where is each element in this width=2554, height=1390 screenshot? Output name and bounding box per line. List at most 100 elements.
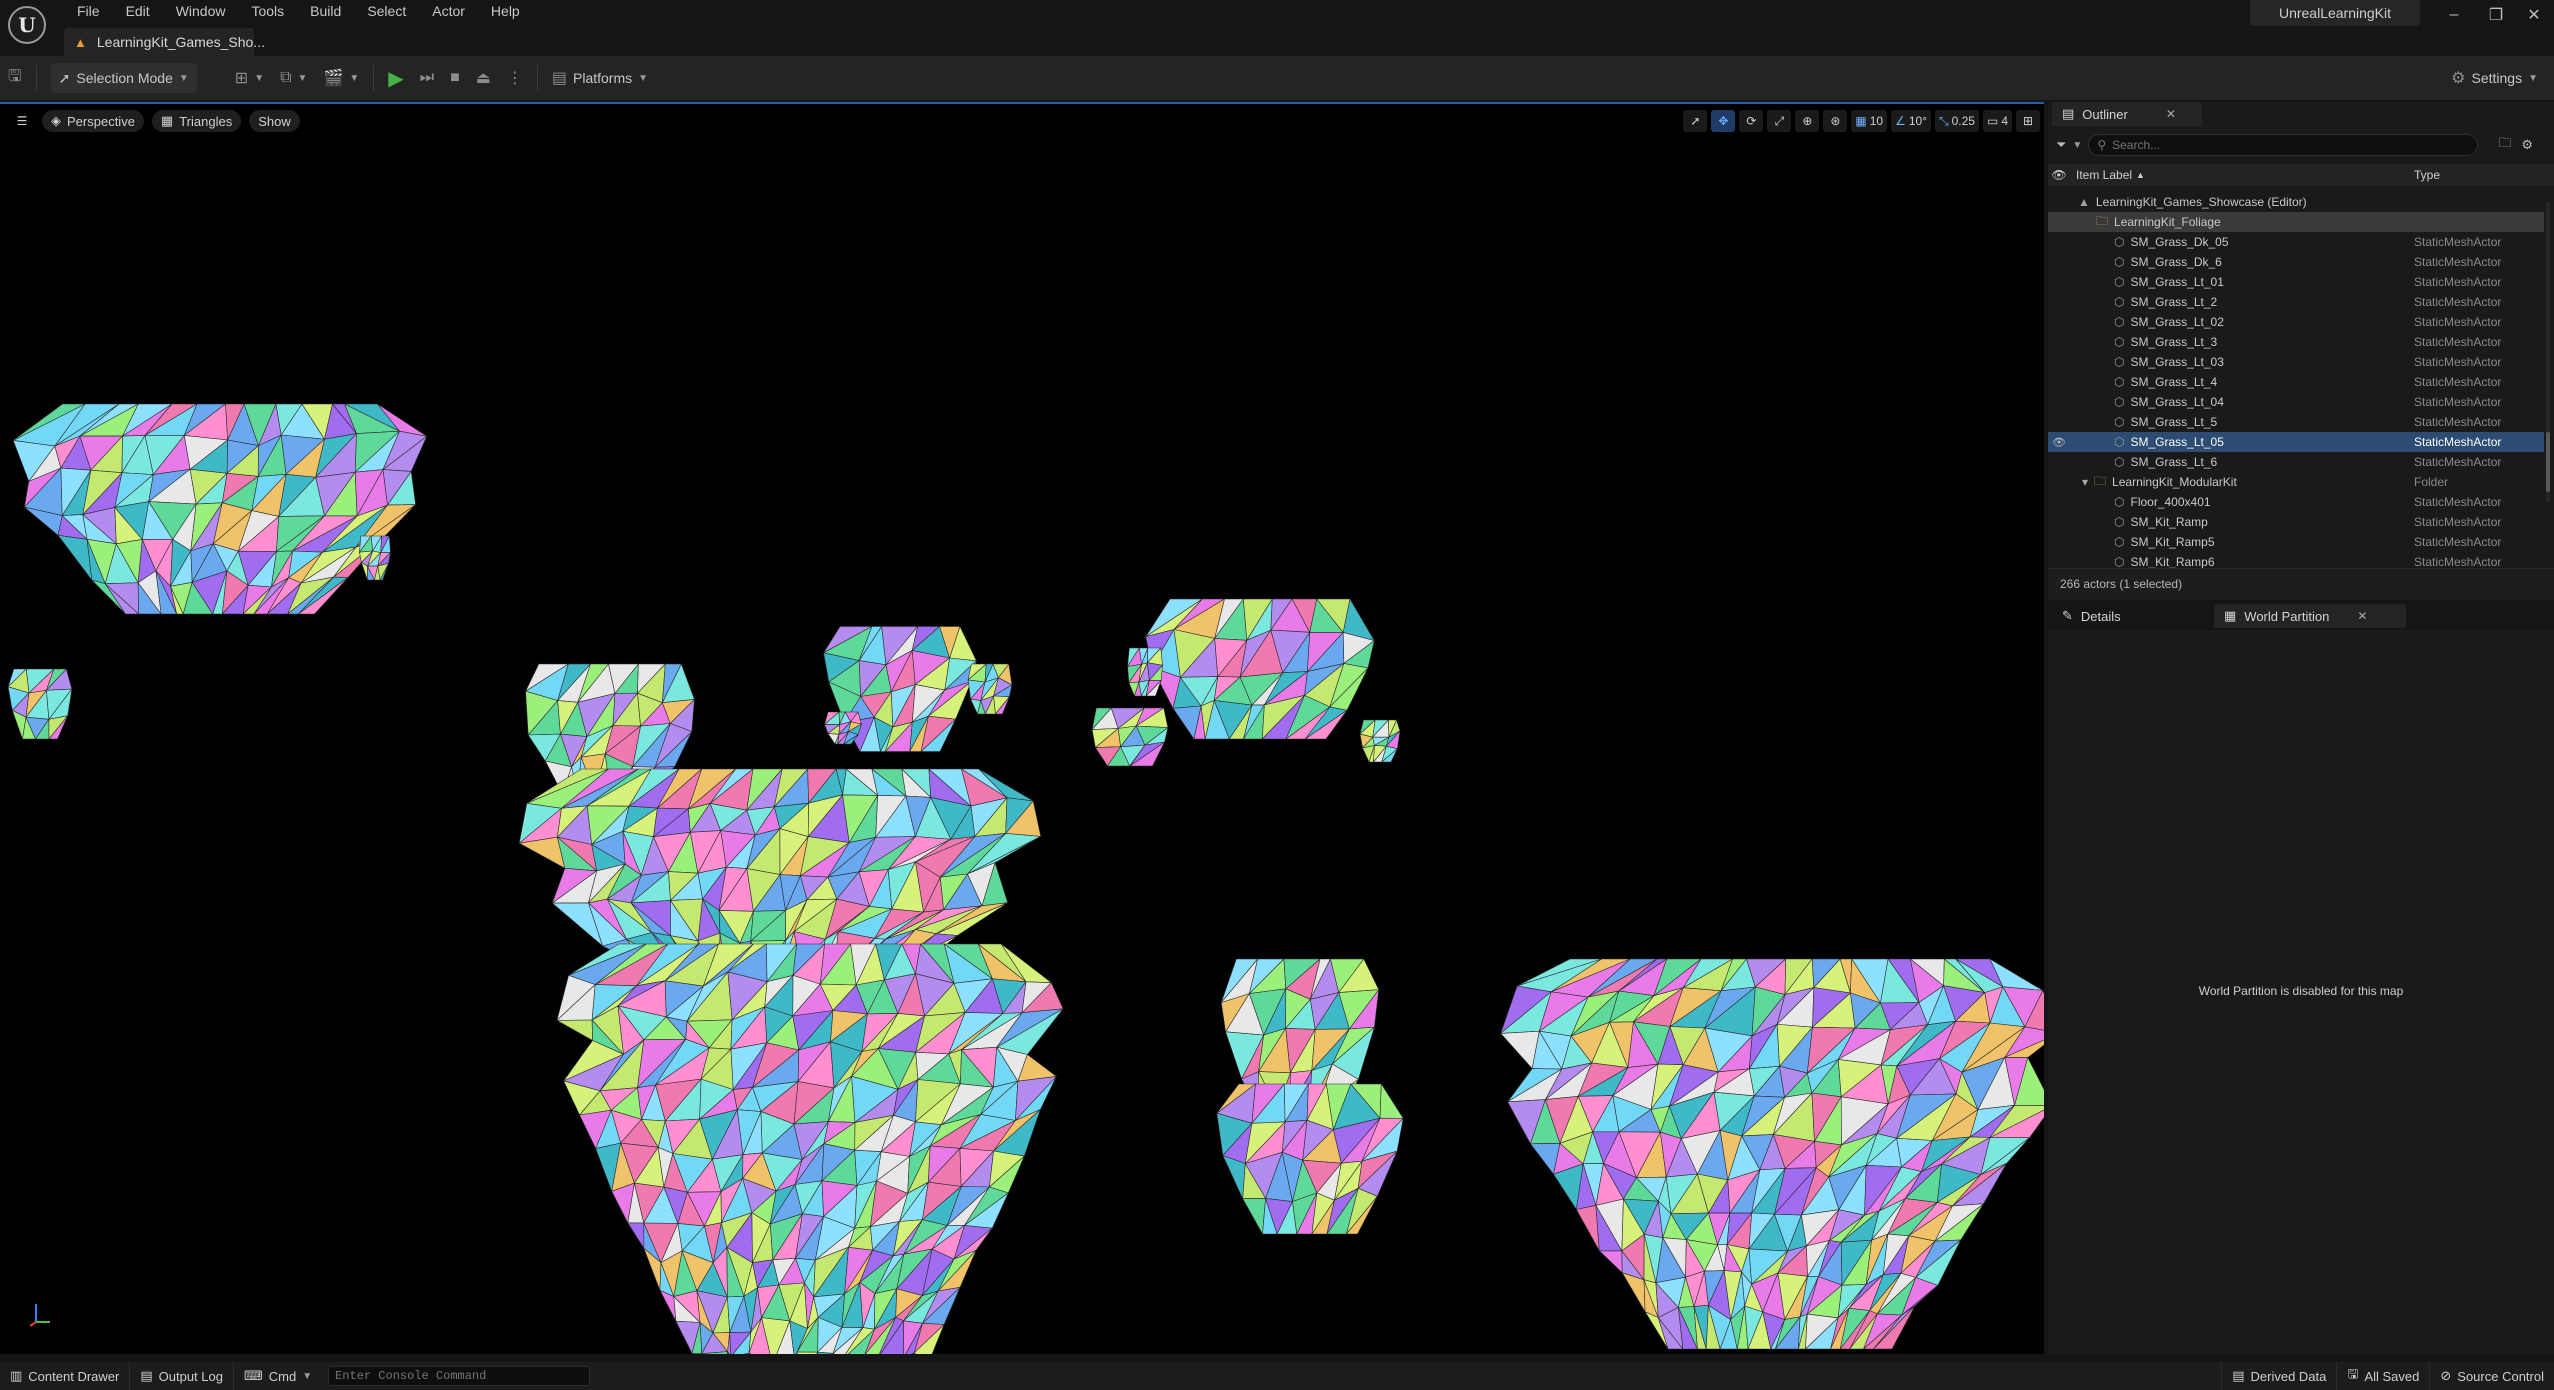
blueprints-button[interactable]: ⧉ ▼ [272, 63, 315, 93]
item-type: StaticMeshActor [2414, 535, 2502, 549]
stop-button[interactable]: ■ [442, 63, 468, 93]
item-type: Folder [2414, 475, 2449, 489]
view-mode-icon: ▦ [160, 113, 174, 128]
expand-arrow-icon[interactable]: ▾ [2082, 475, 2088, 489]
translate-tool-button[interactable]: ✥ [1711, 110, 1736, 132]
outliner-folder-row[interactable]: ▾ 🗀 LearningKit_ModularKit Folder [2048, 472, 2544, 492]
close-icon[interactable]: ✕ [2514, 0, 2554, 30]
level-viewport[interactable]: ☰ ◈ Perspective ▦ Triangles Show ➚ ✥ ⟳ ⤢… [0, 102, 2044, 1354]
platforms-dropdown[interactable]: ▤ Platforms ▼ [544, 63, 656, 93]
play-options-button[interactable]: ⋮ [499, 63, 531, 93]
unreal-logo-icon[interactable]: U [8, 6, 46, 44]
world-local-toggle[interactable]: ⊕ [1795, 110, 1820, 132]
globe-icon: ⊕ [1802, 114, 1813, 128]
static-mesh-icon: ⬡ [2114, 235, 2125, 249]
view-mode-button[interactable]: ▦ Triangles [151, 110, 242, 132]
column-type[interactable]: Type [2414, 168, 2440, 182]
all-saved-button[interactable]: 🖫 All Saved [2337, 1362, 2431, 1390]
play-button[interactable]: ▶ [380, 63, 411, 93]
tab-world-partition[interactable]: ▦ World Partition ✕ [2214, 604, 2406, 628]
rotate-tool-button[interactable]: ⟳ [1739, 110, 1764, 132]
surface-snap-toggle[interactable]: ⊛ [1823, 110, 1848, 132]
column-item-label[interactable]: Item Label [2076, 168, 2132, 182]
outliner-actor-row[interactable]: ⬡ SM_Grass_Lt_4 StaticMeshActor [2048, 372, 2544, 392]
add-folder-icon[interactable]: 🗀 [2498, 134, 2511, 156]
output-log-button[interactable]: ▤ Output Log [130, 1362, 234, 1390]
visibility-column-icon[interactable]: 👁 [2048, 168, 2070, 182]
outliner-actor-row[interactable]: ⬡ Floor_400x401 StaticMeshActor [2048, 492, 2544, 512]
outliner-search-box[interactable]: ⚲ [2088, 134, 2479, 156]
advance-frame-button[interactable]: ⏭ [412, 63, 442, 93]
menu-file[interactable]: File [64, 0, 113, 22]
menu-help[interactable]: Help [478, 0, 533, 22]
mesh-triangle [796, 1351, 819, 1354]
menu-window[interactable]: Window [163, 0, 239, 22]
restore-icon[interactable]: ❐ [2476, 0, 2516, 30]
select-tool-button[interactable]: ➚ [1683, 110, 1708, 132]
console-command-input[interactable] [328, 1366, 591, 1386]
cinematics-button[interactable]: 🎬 ▼ [315, 63, 367, 93]
scale-snap-toggle[interactable]: ⤡ 0.25 [1935, 110, 1979, 132]
outliner-actor-row[interactable]: ⬡ SM_Kit_Ramp6 StaticMeshActor [2048, 552, 2544, 568]
outliner-actor-row[interactable]: ⬡ SM_Grass_Lt_5 StaticMeshActor [2048, 412, 2544, 432]
show-button[interactable]: Show [249, 110, 300, 132]
selection-mode-dropdown[interactable]: ➚ Selection Mode ▼ [50, 63, 197, 93]
close-icon[interactable]: ✕ [2357, 609, 2367, 623]
save-button[interactable]: 🖫 [0, 63, 30, 93]
menu-tools[interactable]: Tools [238, 0, 297, 22]
chevron-down-icon[interactable]: ▼ [2072, 140, 2082, 151]
outliner-actor-row[interactable]: ⬡ SM_Grass_Dk_05 StaticMeshActor [2048, 232, 2544, 252]
close-icon[interactable]: ✕ [2166, 107, 2176, 121]
outliner-folder-row[interactable]: 🗀 LearningKit_Foliage [2048, 212, 2544, 232]
filter-icon[interactable]: ⏷ [2056, 137, 2066, 153]
viewport-menu-button[interactable]: ☰ [10, 110, 34, 132]
gear-icon[interactable]: ⚙ [2521, 137, 2533, 153]
cursor-icon: ➚ [1690, 114, 1701, 128]
item-type: StaticMeshActor [2414, 415, 2502, 429]
visibility-eye-icon[interactable]: 👁 [2048, 436, 2070, 449]
menu-build[interactable]: Build [297, 0, 354, 22]
perspective-button[interactable]: ◈ Perspective [42, 110, 144, 132]
scale-tool-button[interactable]: ⤢ [1767, 110, 1792, 132]
outliner-actor-row[interactable]: ⬡ SM_Grass_Lt_3 StaticMeshActor [2048, 332, 2544, 352]
item-label: SM_Kit_Ramp [2130, 515, 2208, 529]
settings-dropdown[interactable]: ⚙ Settings ▼ [2443, 63, 2546, 93]
level-document-tab[interactable]: ▲ LearningKit_Games_Sho... [64, 28, 265, 56]
grid-snap-toggle[interactable]: ▦ 10 [1851, 110, 1888, 132]
outliner-item: ⬡ SM_Kit_Ramp [2114, 515, 2208, 529]
outliner-actor-row[interactable]: ⬡ SM_Grass_Lt_02 StaticMeshActor [2048, 312, 2544, 332]
rotation-snap-toggle[interactable]: ∠ 10° [1891, 110, 1931, 132]
outliner-actor-row[interactable]: ⬡ SM_Grass_Lt_03 StaticMeshActor [2048, 352, 2544, 372]
source-control-icon: ⊘ [2440, 1368, 2452, 1383]
tab-details[interactable]: ✎ Details [2052, 604, 2212, 628]
eject-button[interactable]: ⏏ [468, 63, 499, 93]
outliner-actor-row[interactable]: ⬡ SM_Grass_Dk_6 StaticMeshActor [2048, 252, 2544, 272]
cmd-dropdown[interactable]: ⌨ Cmd ▼ [234, 1362, 322, 1390]
outliner-actor-row[interactable]: ⬡ SM_Kit_Ramp StaticMeshActor [2048, 512, 2544, 532]
camera-speed-button[interactable]: ▭ 4 [1982, 110, 2012, 132]
tab-outliner[interactable]: ▤ Outliner ✕ [2052, 102, 2202, 126]
outliner-world-row[interactable]: ▲ LearningKit_Games_Showcase (Editor) [2048, 192, 2544, 212]
content-drawer-button[interactable]: ▥ Content Drawer [0, 1362, 131, 1390]
outliner-actor-row[interactable]: ⬡ SM_Grass_Lt_6 StaticMeshActor [2048, 452, 2544, 472]
outliner-actor-row[interactable]: ⬡ SM_Grass_Lt_2 StaticMeshActor [2048, 292, 2544, 312]
menu-actor[interactable]: Actor [419, 0, 478, 22]
static-mesh-icon: ⬡ [2114, 375, 2125, 389]
item-type: StaticMeshActor [2414, 335, 2502, 349]
minimize-icon[interactable]: – [2434, 0, 2474, 30]
derived-data-icon: ▤ [2232, 1368, 2245, 1383]
viewport-layout-button[interactable]: ⊞ [2016, 110, 2040, 132]
outliner-item: ⬡ SM_Grass_Lt_03 [2114, 355, 2224, 369]
source-control-button[interactable]: ⊘ Source Control [2430, 1362, 2554, 1390]
outliner-actor-row[interactable]: 👁 ⬡ SM_Grass_Lt_05 StaticMeshActor [2048, 432, 2544, 452]
outliner-actor-row[interactable]: ⬡ SM_Kit_Ramp5 StaticMeshActor [2048, 532, 2544, 552]
menu-edit[interactable]: Edit [113, 0, 163, 22]
outliner-scrollbar-thumb[interactable] [2546, 432, 2550, 492]
add-actor-button[interactable]: ⊞ ▼ [227, 63, 272, 93]
derived-data-button[interactable]: ▤ Derived Data [2221, 1362, 2338, 1390]
outliner-actor-row[interactable]: ⬡ SM_Grass_Lt_04 StaticMeshActor [2048, 392, 2544, 412]
search-input[interactable] [2112, 138, 2453, 152]
scene-render[interactable] [0, 104, 2044, 1354]
menu-select[interactable]: Select [354, 0, 419, 22]
outliner-actor-row[interactable]: ⬡ SM_Grass_Lt_01 StaticMeshActor [2048, 272, 2544, 292]
